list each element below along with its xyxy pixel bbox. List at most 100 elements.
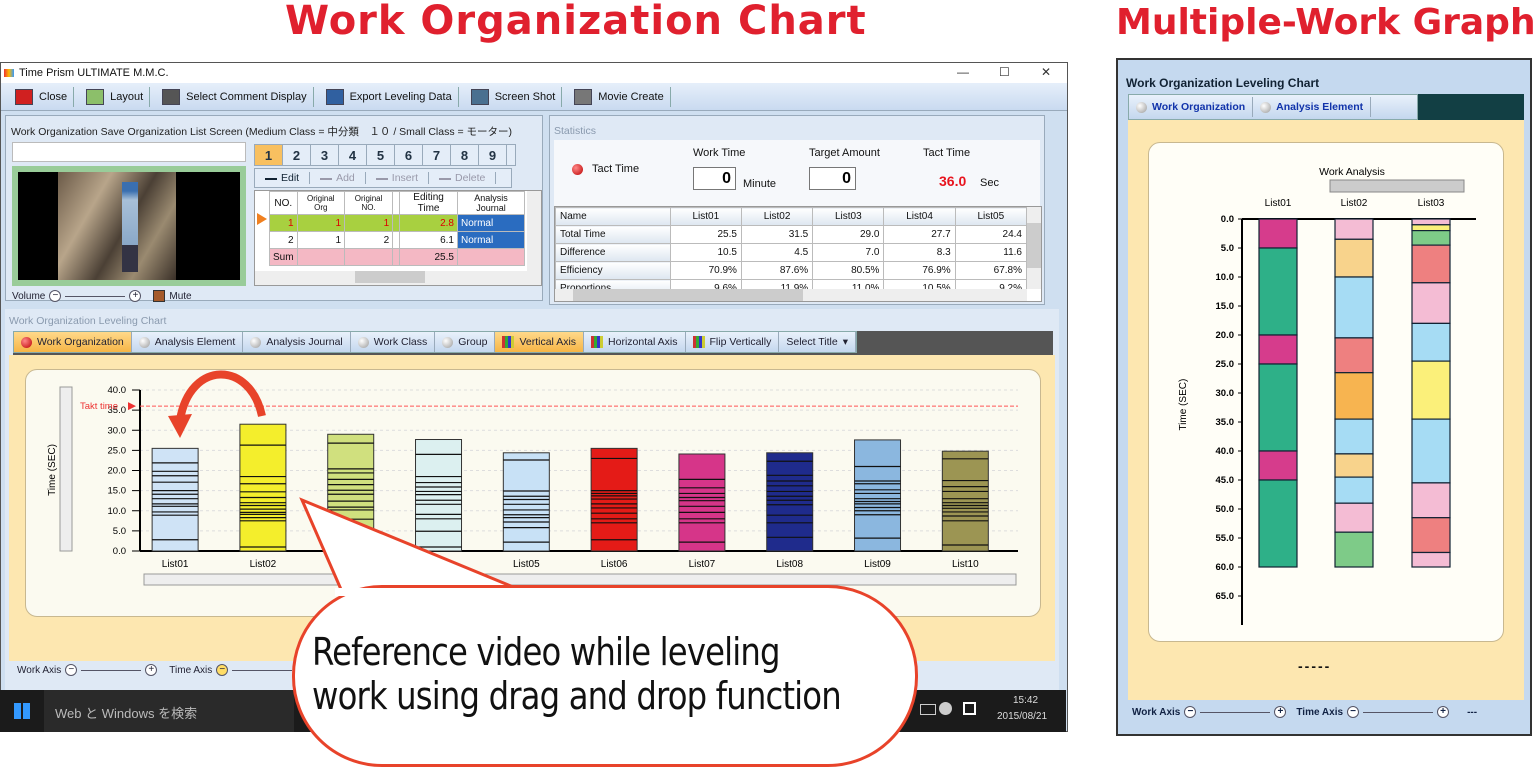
work-axis-label: Work Axis bbox=[1132, 706, 1181, 718]
bar-list02[interactable] bbox=[239, 423, 287, 552]
bar-list09[interactable] bbox=[854, 439, 902, 552]
time-axis-slider[interactable] bbox=[232, 669, 293, 671]
work-axis-slider[interactable] bbox=[81, 669, 142, 671]
x-tick-label: List01 bbox=[1265, 198, 1292, 209]
stack-segment[interactable] bbox=[1258, 479, 1298, 568]
y-axis-label: Time (SEC) bbox=[1178, 379, 1189, 431]
time-axis-slider[interactable] bbox=[1363, 711, 1434, 713]
windows-start-icon[interactable] bbox=[14, 703, 30, 719]
stack-segment[interactable] bbox=[1334, 337, 1374, 374]
stack-segment[interactable] bbox=[1258, 247, 1298, 336]
stack-segment[interactable] bbox=[1334, 531, 1374, 568]
stack-segment[interactable] bbox=[1258, 218, 1298, 249]
stack-segment[interactable] bbox=[1258, 334, 1298, 365]
clock-date[interactable]: 2015/08/21 bbox=[997, 711, 1047, 722]
y-tick-label: 10.0 bbox=[108, 506, 127, 517]
time-axis-plus-button[interactable]: + bbox=[1437, 706, 1450, 718]
x-tick-label: List02 bbox=[250, 559, 277, 570]
x-tick-label: List07 bbox=[689, 559, 716, 570]
drag-arrow-head-icon bbox=[168, 414, 192, 438]
time-axis-minus-button[interactable]: − bbox=[216, 664, 229, 676]
keyboard-icon[interactable] bbox=[920, 704, 936, 715]
takt-label: Takt time bbox=[80, 401, 118, 412]
stack-segment[interactable] bbox=[1334, 502, 1374, 533]
time-axis-label: Time Axis bbox=[169, 664, 213, 676]
right-axis-controls: Work Axis − + Time Axis − + --- bbox=[1132, 706, 1477, 718]
x-tick-label: List09 bbox=[864, 559, 891, 570]
graph-top-scrollbar[interactable] bbox=[1329, 179, 1465, 193]
x-tick-label: List03 bbox=[1418, 198, 1445, 209]
callout-line-2: work using drag and drop function bbox=[312, 674, 842, 718]
y-scrollbar[interactable] bbox=[59, 386, 73, 552]
x-scrollbar[interactable] bbox=[143, 573, 1017, 586]
work-axis-plus-button[interactable]: + bbox=[145, 664, 158, 676]
bar-list07[interactable] bbox=[678, 453, 726, 552]
y-tick-label: 40.0 bbox=[1216, 446, 1235, 457]
taskbar-search-text[interactable]: Web と Windows を検索 bbox=[55, 703, 197, 722]
y-tick-label: 0.0 bbox=[113, 546, 126, 557]
y-axis-label: Time (SEC) bbox=[47, 444, 58, 496]
work-axis-minus-button[interactable]: − bbox=[65, 664, 78, 676]
stack-segment[interactable] bbox=[1411, 224, 1451, 232]
work-axis-plus-button[interactable]: + bbox=[1274, 706, 1287, 718]
bar-list06[interactable] bbox=[590, 447, 638, 552]
y-tick-label: 50.0 bbox=[1216, 504, 1235, 515]
stack-segment[interactable] bbox=[1334, 238, 1374, 278]
y-tick-label: 25.0 bbox=[1216, 359, 1235, 370]
stack-segment[interactable] bbox=[1411, 282, 1451, 325]
y-tick-label: 15.0 bbox=[108, 486, 127, 497]
callout-text: Reference video while leveling work usin… bbox=[312, 630, 842, 718]
stack-segment[interactable] bbox=[1334, 276, 1374, 339]
stack-segment[interactable] bbox=[1411, 517, 1451, 554]
multiple-work-graph: Work Analysis 0.0 5.0 10.0 15.0 20.0 25.0 30.0 3… bbox=[1178, 166, 1476, 625]
y-tick-label: 65.0 bbox=[1216, 591, 1235, 602]
notification-icon[interactable] bbox=[963, 702, 976, 715]
y-tick-label: 30.0 bbox=[108, 425, 127, 436]
x-tick-label: List10 bbox=[952, 559, 979, 570]
y-tick-label: 20.0 bbox=[108, 466, 127, 477]
stack-segment[interactable] bbox=[1411, 244, 1451, 284]
stack-segment[interactable] bbox=[1411, 322, 1451, 362]
stack-segment[interactable] bbox=[1411, 418, 1451, 484]
callout-line-1: Reference video while leveling bbox=[312, 630, 780, 674]
time-axis-label: Time Axis bbox=[1296, 706, 1344, 718]
graph-title: Work Analysis bbox=[1319, 166, 1385, 178]
stack-segment[interactable] bbox=[1258, 450, 1298, 481]
x-tick-label: List06 bbox=[601, 559, 628, 570]
time-axis-minus-button[interactable]: − bbox=[1347, 706, 1360, 718]
x-tick-label: List01 bbox=[162, 559, 189, 570]
bar-list10[interactable] bbox=[941, 450, 989, 552]
stack-segment[interactable] bbox=[1411, 551, 1451, 568]
stack-segment[interactable] bbox=[1334, 372, 1374, 420]
y-tick-label: 0.0 bbox=[1221, 214, 1234, 225]
stack-segment[interactable] bbox=[1411, 482, 1451, 519]
axis-controls: Work Axis − + Time Axis − bbox=[17, 664, 293, 676]
stack-segment[interactable] bbox=[1411, 360, 1451, 420]
work-axis-minus-button[interactable]: − bbox=[1184, 706, 1197, 718]
stack-segment[interactable] bbox=[1334, 418, 1374, 455]
bar-list08[interactable] bbox=[766, 452, 814, 552]
y-tick-label: 60.0 bbox=[1216, 562, 1235, 573]
headline-multiple-work-graph: Multiple-Work Graph bbox=[1116, 2, 1534, 43]
y-tick-label: 25.0 bbox=[108, 445, 127, 456]
y-tick-label: 55.0 bbox=[1216, 533, 1235, 544]
app-tray-icon[interactable] bbox=[939, 702, 952, 715]
more-button[interactable]: --- bbox=[1467, 707, 1477, 718]
takt-marker-icon bbox=[128, 402, 136, 411]
clock-time[interactable]: 15:42 bbox=[1013, 695, 1038, 706]
y-tick-label: 15.0 bbox=[1216, 301, 1235, 312]
stack-segment[interactable] bbox=[1411, 218, 1451, 226]
stack-segment[interactable] bbox=[1334, 476, 1374, 504]
stack-segment[interactable] bbox=[1258, 363, 1298, 452]
stack-segment[interactable] bbox=[1334, 218, 1374, 240]
work-axis-label: Work Axis bbox=[17, 664, 62, 676]
stack-segment[interactable] bbox=[1411, 230, 1451, 246]
y-tick-label: 40.0 bbox=[108, 385, 127, 396]
x-tick-label: List02 bbox=[1341, 198, 1368, 209]
stack-segment[interactable] bbox=[1334, 453, 1374, 478]
y-tick-label: 20.0 bbox=[1216, 330, 1235, 341]
bar-list01[interactable] bbox=[151, 447, 199, 552]
y-tick-label: 45.0 bbox=[1216, 475, 1235, 486]
y-tick-label: 5.0 bbox=[1221, 243, 1234, 254]
work-axis-slider[interactable] bbox=[1200, 711, 1271, 713]
